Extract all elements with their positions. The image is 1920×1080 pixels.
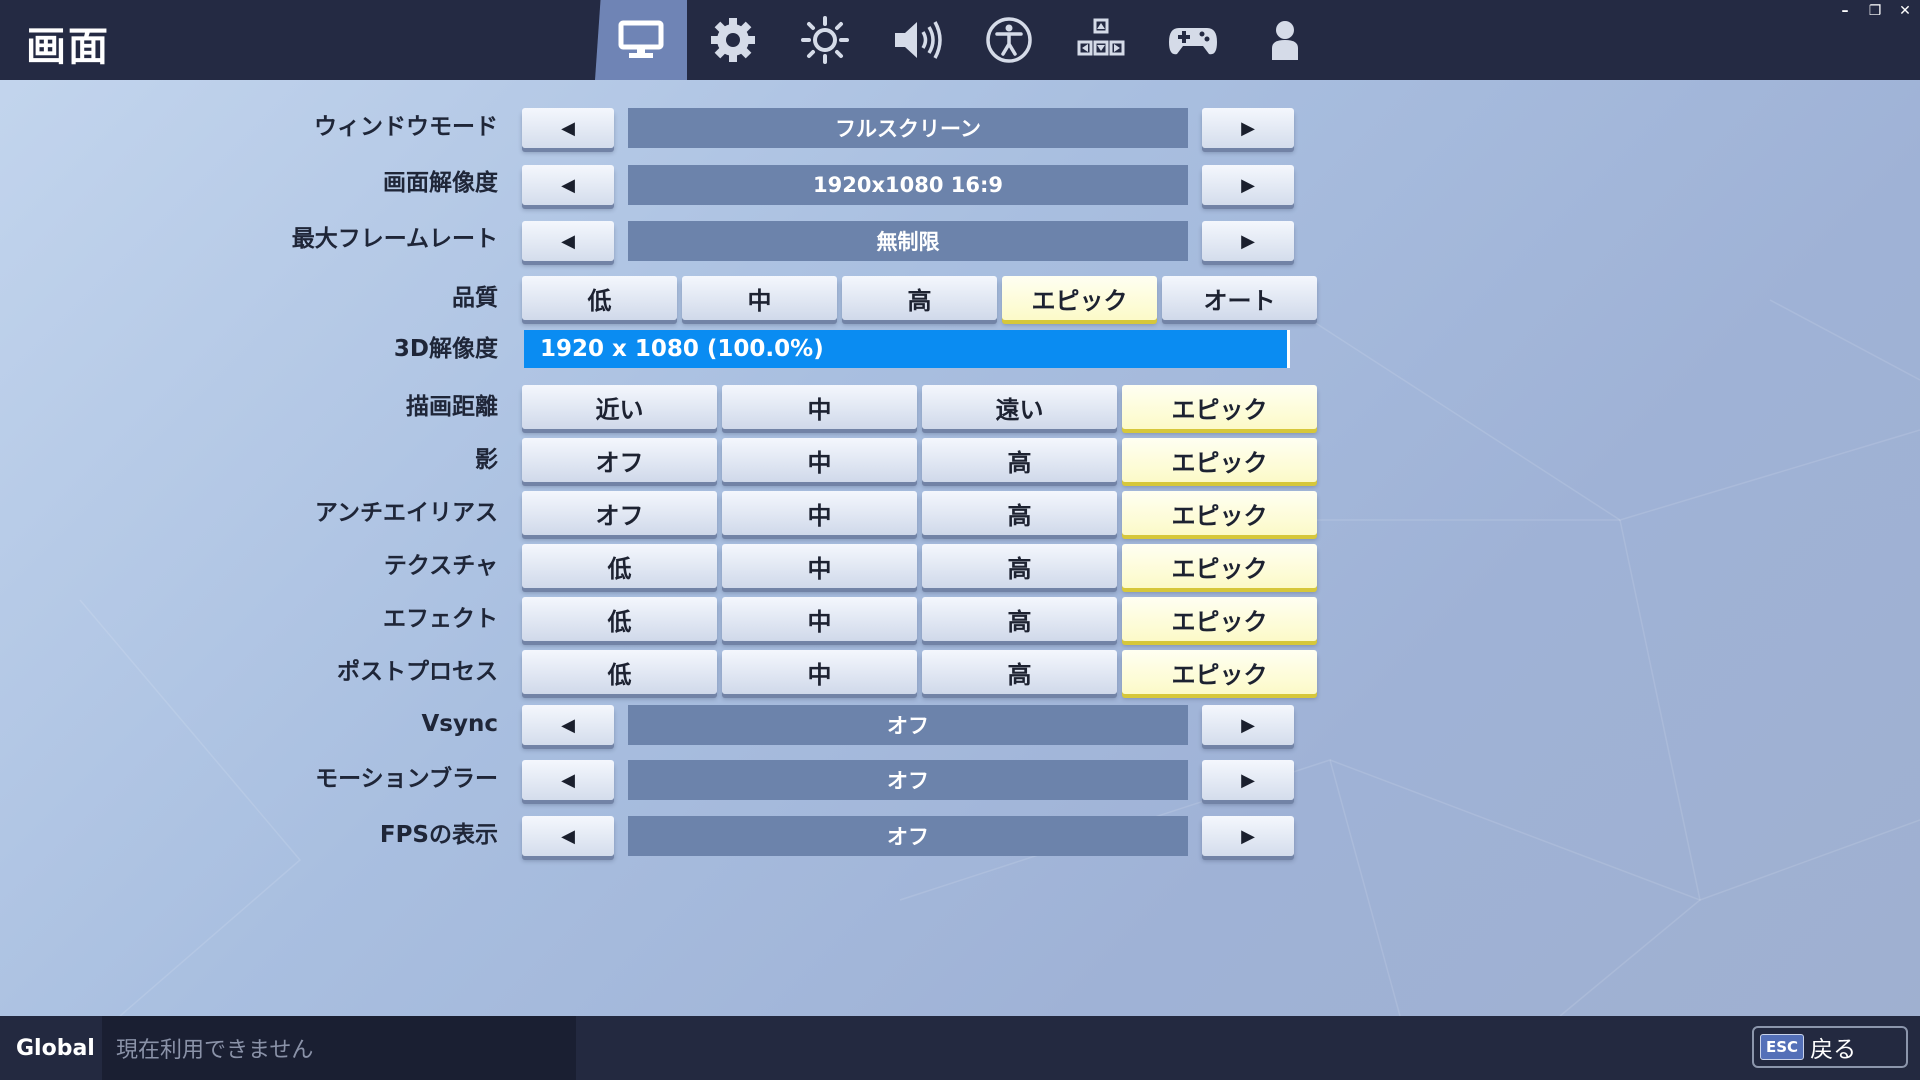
tab-audio[interactable] <box>871 0 963 80</box>
frame-rate-next-button[interactable]: ▶ <box>1202 221 1294 261</box>
gear-icon <box>711 18 755 62</box>
shadows-option-medium[interactable]: 中 <box>722 438 917 482</box>
status-message: 現在利用できません <box>102 1016 576 1080</box>
show-fps-next-button[interactable]: ▶ <box>1202 816 1294 856</box>
view-distance-option-far[interactable]: 遠い <box>922 385 1117 429</box>
view-distance-label: 描画距離 <box>406 394 498 420</box>
top-bar: 画面 – ❐ ✕ <box>0 0 1920 80</box>
quality-option-epic[interactable]: エピック <box>1002 276 1157 320</box>
tab-brightness[interactable] <box>779 0 871 80</box>
motion-blur-next-button[interactable]: ▶ <box>1202 760 1294 800</box>
vsync-next-button[interactable]: ▶ <box>1202 705 1294 745</box>
window-mode-next-button[interactable]: ▶ <box>1202 108 1294 148</box>
frame-rate-label: 最大フレームレート <box>291 226 498 252</box>
post-process-option-epic[interactable]: エピック <box>1122 650 1317 694</box>
input-keys-icon <box>1077 18 1125 56</box>
window-mode-prev-button[interactable]: ◀ <box>522 108 614 148</box>
gamepad-icon <box>1169 28 1217 55</box>
view-distance-option-epic[interactable]: エピック <box>1122 385 1317 429</box>
effects-option-high[interactable]: 高 <box>922 597 1117 641</box>
resolution-3d-value: 1920 x 1080 (100.0%) <box>540 336 824 362</box>
close-icon[interactable]: ✕ <box>1890 0 1920 22</box>
post-process-option-medium[interactable]: 中 <box>722 650 917 694</box>
shadows-option-high[interactable]: 高 <box>922 438 1117 482</box>
quality-option-high[interactable]: 高 <box>842 276 997 320</box>
frame-rate-prev-button[interactable]: ◀ <box>522 221 614 261</box>
restore-icon[interactable]: ❐ <box>1860 0 1890 22</box>
effects-option-medium[interactable]: 中 <box>722 597 917 641</box>
anti-aliasing-option-high[interactable]: 高 <box>922 491 1117 535</box>
resolution-label: 画面解像度 <box>383 170 498 196</box>
resolution-next-button[interactable]: ▶ <box>1202 165 1294 205</box>
post-process-label: ポストプロセス <box>337 659 498 685</box>
resolution-3d-slider[interactable]: 1920 x 1080 (100.0%) <box>524 330 1290 368</box>
vsync-prev-button[interactable]: ◀ <box>522 705 614 745</box>
anti-aliasing-label: アンチエイリアス <box>314 500 498 526</box>
anti-aliasing-option-off[interactable]: オフ <box>522 491 717 535</box>
motion-blur-prev-button[interactable]: ◀ <box>522 760 614 800</box>
frame-rate-value: 無制限 <box>628 221 1188 261</box>
anti-aliasing-option-epic[interactable]: エピック <box>1122 491 1317 535</box>
shadows-label: 影 <box>475 447 498 473</box>
monitor-icon <box>618 20 664 58</box>
shadows-option-epic[interactable]: エピック <box>1122 438 1317 482</box>
back-label: 戻る <box>1810 1037 1857 1063</box>
show-fps-prev-button[interactable]: ◀ <box>522 816 614 856</box>
page-title: 画面 <box>26 24 110 70</box>
resolution-prev-button[interactable]: ◀ <box>522 165 614 205</box>
quality-label: 品質 <box>452 285 498 311</box>
minimize-icon[interactable]: – <box>1830 0 1860 22</box>
resolution-3d-label: 3D解像度 <box>393 336 498 362</box>
accessibility-icon <box>986 17 1032 63</box>
tab-accessibility[interactable] <box>963 0 1055 80</box>
post-process-option-high[interactable]: 高 <box>922 650 1117 694</box>
effects-option-epic[interactable]: エピック <box>1122 597 1317 641</box>
tab-display[interactable] <box>595 0 687 80</box>
back-button[interactable]: ESC 戻る <box>1752 1026 1908 1068</box>
settings-tabs <box>595 0 1331 80</box>
window-mode-value: フルスクリーン <box>628 108 1188 148</box>
speaker-icon <box>895 21 942 59</box>
esc-key-icon: ESC <box>1760 1034 1805 1060</box>
textures-option-medium[interactable]: 中 <box>722 544 917 588</box>
anti-aliasing-option-medium[interactable]: 中 <box>722 491 917 535</box>
background-pattern <box>79 299 1920 1017</box>
resolution-value: 1920x1080 16:9 <box>628 165 1188 205</box>
view-distance-option-medium[interactable]: 中 <box>722 385 917 429</box>
post-process-option-low[interactable]: 低 <box>522 650 717 694</box>
shadows-option-off[interactable]: オフ <box>522 438 717 482</box>
view-distance-option-near[interactable]: 近い <box>522 385 717 429</box>
global-label: Global <box>16 1035 95 1061</box>
textures-label: テクスチャ <box>383 553 498 579</box>
effects-label: エフェクト <box>383 606 498 632</box>
tab-game-settings[interactable] <box>687 0 779 80</box>
quality-option-low[interactable]: 低 <box>522 276 677 320</box>
tab-account[interactable] <box>1239 0 1331 80</box>
user-icon <box>1272 21 1298 60</box>
window-mode-label: ウィンドウモード <box>314 114 498 140</box>
tab-controller[interactable] <box>1147 0 1239 80</box>
motion-blur-value: オフ <box>628 760 1188 800</box>
bottom-bar: Global 現在利用できません ESC 戻る <box>0 1016 1920 1080</box>
show-fps-label: FPSの表示 <box>379 822 498 848</box>
show-fps-value: オフ <box>628 816 1188 856</box>
quality-option-auto[interactable]: オート <box>1162 276 1317 320</box>
window-controls: – ❐ ✕ <box>1830 0 1920 22</box>
textures-option-low[interactable]: 低 <box>522 544 717 588</box>
textures-option-high[interactable]: 高 <box>922 544 1117 588</box>
effects-option-low[interactable]: 低 <box>522 597 717 641</box>
slider-handle[interactable] <box>1287 330 1290 368</box>
quality-option-medium[interactable]: 中 <box>682 276 837 320</box>
textures-option-epic[interactable]: エピック <box>1122 544 1317 588</box>
tab-input[interactable] <box>1055 0 1147 80</box>
motion-blur-label: モーションブラー <box>315 766 498 792</box>
vsync-value: オフ <box>628 705 1188 745</box>
vsync-label: Vsync <box>421 711 499 737</box>
brightness-icon <box>801 16 849 64</box>
